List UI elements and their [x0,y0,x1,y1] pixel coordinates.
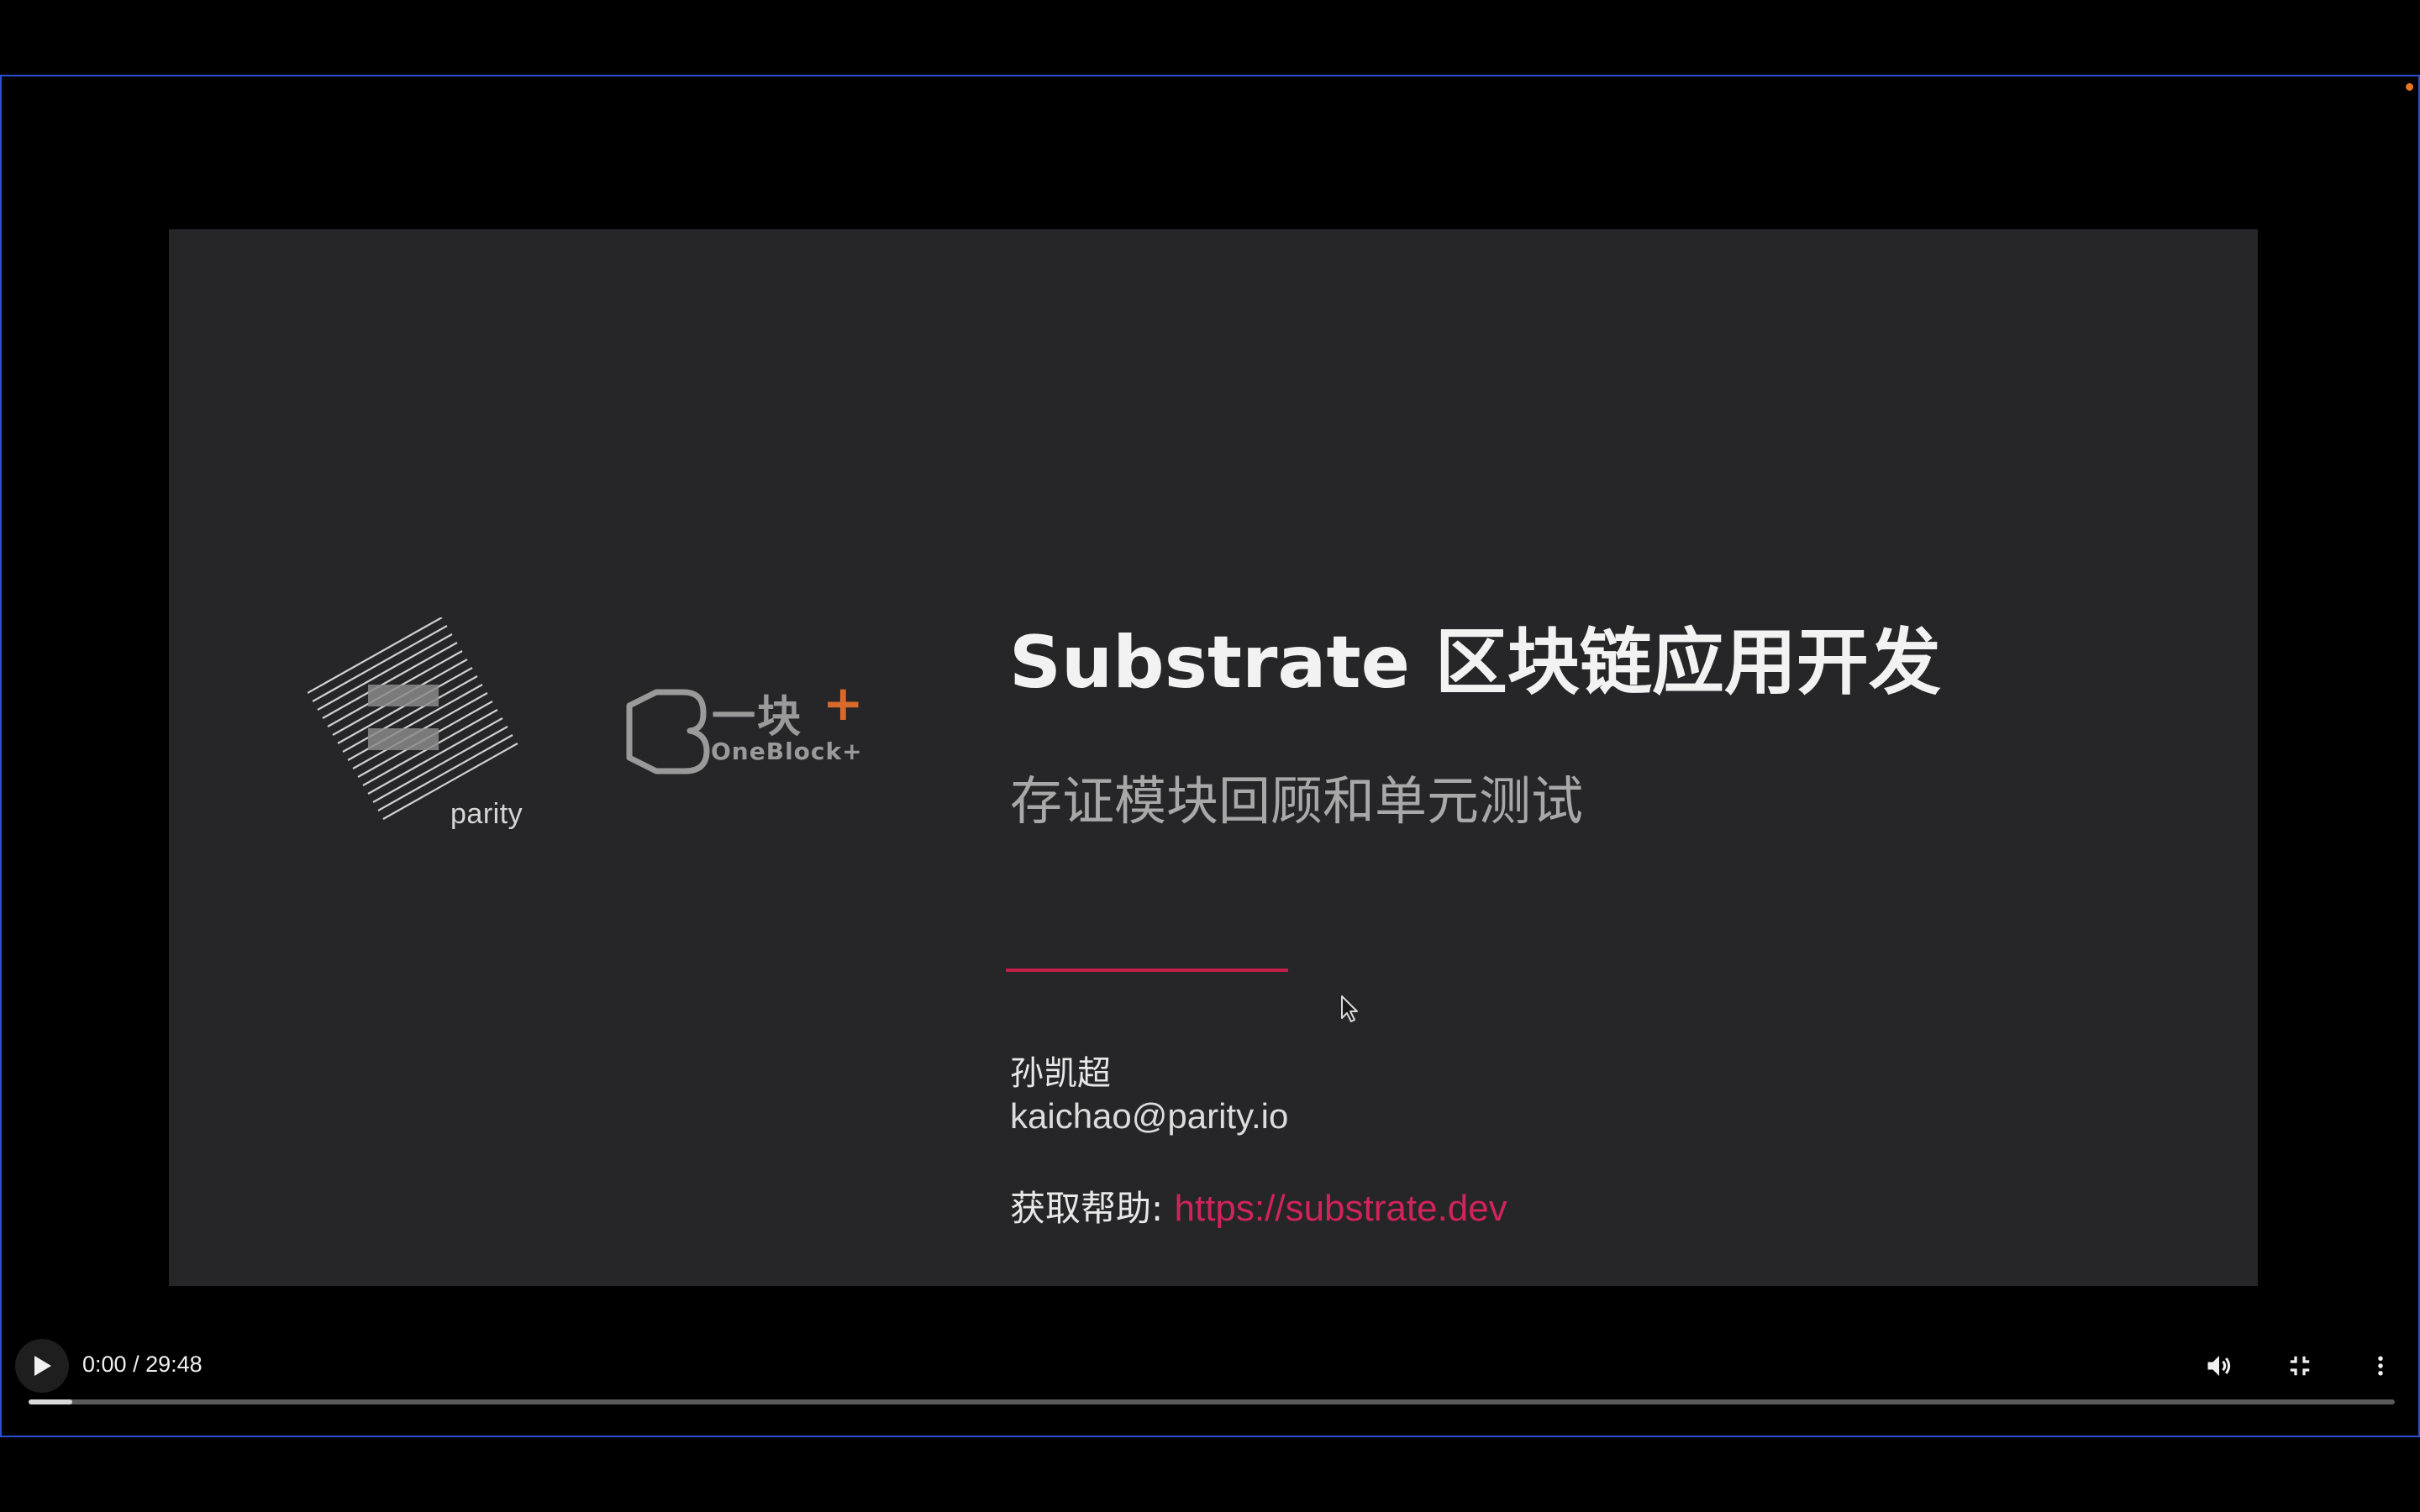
volume-icon [2207,1356,2231,1376]
help-label: 获取帮助: [1010,1188,1175,1229]
accent-divider [1006,969,1288,972]
duration: 29:48 [145,1352,203,1377]
video-player[interactable]: parity 一块 + OneBlock+ Substrate 区块链应用开发 … [0,75,2420,1437]
time-separator: / [126,1352,146,1377]
exit-fullscreen-button[interactable] [2279,1345,2321,1387]
author-name: 孙凯超 [1010,1054,1111,1093]
more-options-button[interactable] [2360,1345,2402,1387]
screen: parity 一块 + OneBlock+ Substrate 区块链应用开发 … [0,0,2420,1512]
progress-bar[interactable] [29,1399,2395,1404]
player-controls: 0:00 / 29:48 [2,1336,2418,1436]
parity-logo-text: parity [450,798,523,830]
oneblock-english-text: OneBlock+ [711,738,863,765]
slide-title: Substrate 区块链应用开发 [1009,621,1941,705]
time-display: 0:00 / 29:48 [82,1352,203,1378]
volume-button[interactable] [2198,1345,2240,1387]
help-line: 获取帮助: https://substrate.dev [1010,1180,1507,1231]
author-email: kaichao@parity.io [1010,1096,1289,1136]
more-vert-icon [2378,1356,2383,1376]
recording-indicator [2406,83,2413,91]
oneblock-chinese-text: 一块 [712,692,803,743]
slide: parity 一块 + OneBlock+ Substrate 区块链应用开发 … [169,229,2258,1286]
mouse-cursor-icon [1341,995,1358,1022]
play-icon [34,1356,51,1376]
play-button[interactable] [15,1339,69,1393]
current-time: 0:00 [82,1352,127,1377]
progress-fill [29,1399,72,1404]
oneblock-plus-text: + [823,675,864,732]
help-link[interactable]: https://substrate.dev [1175,1188,1507,1229]
exit-fullscreen-icon [2290,1356,2310,1376]
slide-subtitle: 存证模块回顾和单元测试 [1010,770,1584,832]
